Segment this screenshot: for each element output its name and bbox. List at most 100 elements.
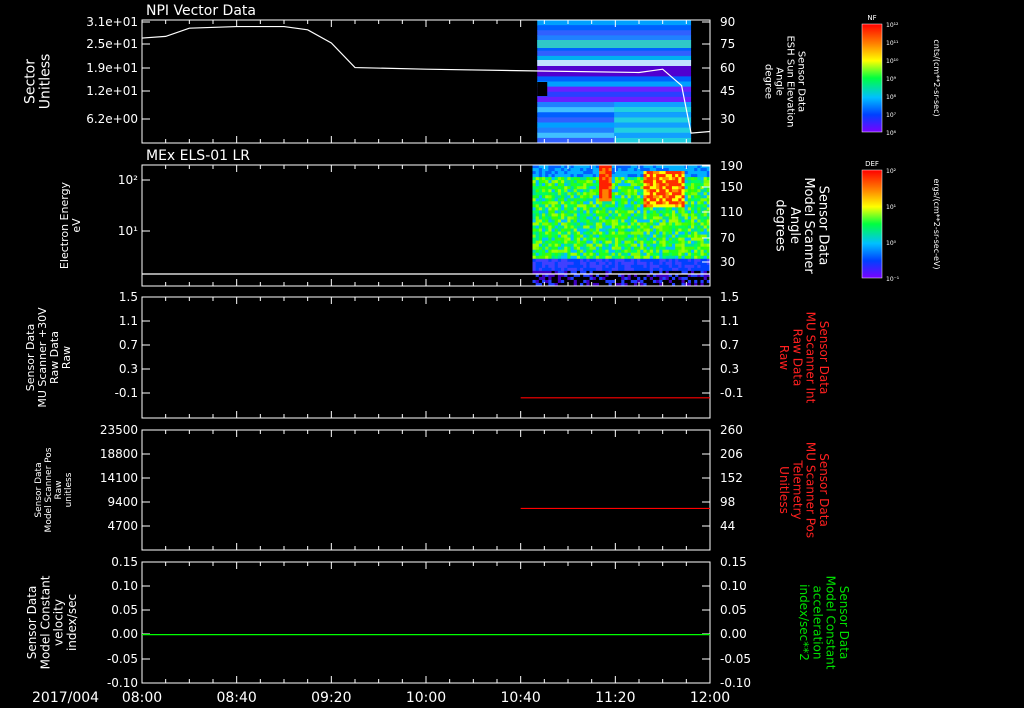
spectrogram-cell <box>602 249 606 254</box>
spectrogram-cell <box>668 222 673 226</box>
spectrogram-cell <box>675 165 679 169</box>
spectrogram-cell <box>697 216 701 220</box>
spectrogram-cell <box>681 180 686 184</box>
spectrogram-cell <box>592 219 597 223</box>
spectrogram-cell <box>532 246 537 251</box>
spectrogram-cell <box>659 192 663 196</box>
spectrogram-cell <box>665 174 670 178</box>
spectrogram-cell <box>564 240 568 245</box>
spectrogram-cell <box>602 225 606 230</box>
spectrogram-cell <box>668 168 673 172</box>
spectrogram-cell <box>643 276 648 281</box>
spectrogram-cell <box>567 237 572 242</box>
spectrogram-cell <box>633 237 638 242</box>
spectrogram-cell <box>554 246 559 251</box>
spectrogram-cell <box>662 207 667 211</box>
spectrogram-cell <box>599 234 603 239</box>
spectrogram-cell <box>614 201 619 205</box>
spectrogram-cell <box>681 276 686 281</box>
spectrogram-cell <box>573 264 578 269</box>
spectrogram-cell <box>557 243 562 248</box>
spectrogram-cell <box>557 276 562 281</box>
spectrogram-cell <box>668 171 673 175</box>
spectrogram-cell <box>621 252 625 257</box>
spectrogram-cell <box>627 243 632 248</box>
spectrogram-cell <box>627 240 632 245</box>
spectrogram-cell <box>618 183 622 187</box>
y2-tick-label: 1.1 <box>720 314 739 328</box>
spectrogram-cell <box>662 264 667 269</box>
spectrogram-cell <box>535 243 540 248</box>
spectrogram-cell <box>630 216 635 220</box>
spectrogram-cell <box>627 279 632 284</box>
spectrogram-cell <box>583 276 587 281</box>
spectrogram-cell <box>570 264 575 269</box>
spectrogram-cell <box>659 189 663 193</box>
spectrogram-cell <box>599 210 603 214</box>
spectrogram-cell <box>564 165 568 169</box>
spectrogram-cell <box>703 264 708 269</box>
spectrogram-cell <box>583 234 587 239</box>
spectrogram-cell <box>576 219 581 223</box>
spectrogram-cell <box>618 198 622 202</box>
spectrogram-cell <box>633 246 638 251</box>
spectrogram-cell <box>665 216 670 220</box>
spectrogram-cell <box>573 168 578 172</box>
spectrogram-cell <box>643 240 648 245</box>
spectrogram-cell <box>561 237 565 242</box>
spectrogram-cell <box>678 195 682 199</box>
spectrogram-cell <box>656 207 660 211</box>
spectrogram-cell <box>564 222 568 226</box>
spectrogram-cell <box>595 183 600 187</box>
spectrogram-cell <box>589 231 594 236</box>
spectrogram-cell <box>646 177 651 181</box>
spectrogram-cell <box>614 249 619 254</box>
spectrogram-cell <box>608 222 613 226</box>
spectrogram-cell <box>687 231 692 236</box>
spectrogram-cell <box>542 255 546 260</box>
spectrogram-cell <box>564 195 568 199</box>
spectrogram-cell <box>551 228 556 233</box>
spectrogram-cell <box>573 279 578 284</box>
spectrogram-cell <box>548 234 553 239</box>
spectrogram-cell <box>573 198 578 202</box>
spectrogram-cell <box>611 231 616 236</box>
spectrogram-cell <box>538 246 543 251</box>
y-tick-label: 0.7 <box>119 338 138 352</box>
spectrogram-cell <box>545 180 549 184</box>
spectrogram-cell <box>548 222 553 226</box>
spectrogram-cell <box>694 237 698 242</box>
spectrogram-cell <box>580 213 584 217</box>
spectrogram-cell <box>618 174 622 178</box>
spectrogram-cell <box>570 243 575 248</box>
spectrogram-cell <box>621 180 625 184</box>
spectrogram-cell <box>640 171 644 175</box>
spectrogram-cell <box>557 267 562 272</box>
spectrogram-cell <box>548 189 553 193</box>
spectrogram-cell <box>599 177 603 181</box>
spectrogram-cell <box>551 183 556 187</box>
spectrogram-cell <box>567 258 572 263</box>
spectrogram-cell <box>611 264 616 269</box>
spectrogram-cell <box>605 243 610 248</box>
spectrogram-cell <box>599 228 603 233</box>
spectrogram-cell <box>561 228 565 233</box>
spectrogram-cell <box>690 180 695 184</box>
spectrogram-cell <box>675 168 679 172</box>
spectrogram-cell <box>618 261 622 266</box>
spectrogram-cell <box>608 237 613 242</box>
spectrogram-cell <box>684 249 689 254</box>
spectrogram-cell <box>545 252 549 257</box>
spectrogram-cell <box>611 180 616 184</box>
colorbar-tick-label: 10⁹ <box>886 76 897 83</box>
spectrogram-cell <box>627 246 632 251</box>
spectrogram-cell <box>580 177 584 181</box>
spectrogram-cell <box>542 261 546 266</box>
spectrogram-cell <box>589 234 594 239</box>
spectrogram-row <box>537 86 692 93</box>
spectrogram-cell <box>652 240 657 245</box>
spectrogram-cell <box>649 180 654 184</box>
spectrogram-cell <box>551 225 556 230</box>
spectrogram-cell <box>554 186 559 190</box>
spectrogram-cell <box>656 225 660 230</box>
